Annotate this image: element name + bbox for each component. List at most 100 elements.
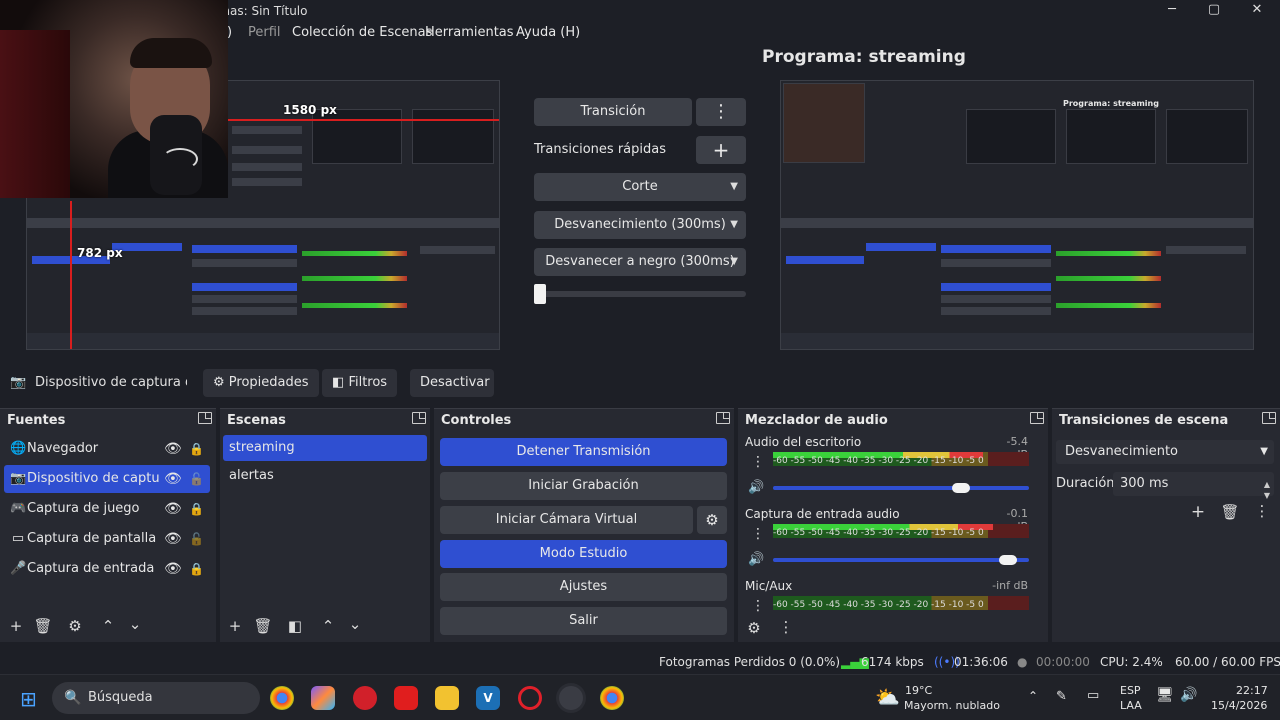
remove-transition-icon[interactable]: 🗑 bbox=[1219, 503, 1241, 521]
transition-button[interactable]: Transición bbox=[534, 98, 692, 126]
stop-stream-button[interactable]: Detener Transmisión bbox=[440, 438, 727, 466]
dock-float-icon[interactable] bbox=[198, 412, 212, 424]
mixer-menu-icon[interactable]: ⋮ bbox=[775, 618, 797, 636]
minimize-icon[interactable]: ─ bbox=[1162, 2, 1182, 17]
visibility-eye-icon[interactable]: 👁 bbox=[164, 495, 182, 523]
settings-button[interactable]: Ajustes bbox=[440, 573, 727, 601]
visibility-eye-icon[interactable]: 👁 bbox=[164, 435, 182, 463]
language-code[interactable]: ESP bbox=[1120, 684, 1141, 697]
tbar-track[interactable] bbox=[534, 291, 746, 297]
opera-icon[interactable] bbox=[353, 686, 377, 710]
transition-more-icon[interactable]: ⋮ bbox=[696, 98, 746, 126]
start-recording-button[interactable]: Iniciar Grabación bbox=[440, 472, 727, 500]
transition-menu-icon[interactable]: ⋮ bbox=[1251, 502, 1273, 520]
quick-transition-cut[interactable]: Corte ▼ bbox=[534, 173, 746, 201]
channel-menu-icon[interactable]: ⋮ bbox=[751, 526, 765, 542]
scene-filters-icon[interactable]: ◧ bbox=[284, 617, 306, 635]
chevron-down-icon[interactable]: ▼ bbox=[1260, 440, 1268, 464]
lock-icon[interactable]: 🔒 bbox=[189, 435, 204, 463]
tray-chevron-up-icon[interactable]: ⌃ bbox=[1028, 689, 1038, 703]
move-down-icon[interactable]: ⌄ bbox=[344, 615, 366, 633]
unlock-icon[interactable]: 🔓 bbox=[189, 525, 204, 553]
source-item[interactable]: 🎮 Captura de juego 👁 🔒 bbox=[4, 495, 210, 523]
pen-icon[interactable]: ✎ bbox=[1056, 689, 1067, 704]
volume-handle[interactable] bbox=[999, 555, 1018, 565]
add-scene-icon[interactable]: + bbox=[224, 617, 246, 635]
quick-transitions-label: Transiciones rápidas bbox=[534, 142, 666, 157]
taskbar-search[interactable]: 🔍 Búsqueda bbox=[52, 682, 260, 714]
media-app-icon[interactable] bbox=[394, 686, 418, 710]
chevron-down-icon[interactable]: ▼ bbox=[730, 211, 738, 239]
speaker-icon[interactable]: 🔊 bbox=[748, 480, 764, 495]
source-item[interactable]: 🌐 Navegador 👁 🔒 bbox=[4, 435, 210, 463]
channel-menu-icon[interactable]: ⋮ bbox=[751, 598, 765, 614]
lock-icon[interactable]: 🔒 bbox=[189, 495, 204, 523]
move-up-icon[interactable]: ⌃ bbox=[97, 617, 119, 635]
visibility-eye-icon[interactable]: 👁 bbox=[164, 525, 182, 553]
quick-transition-fade[interactable]: Desvanecimiento (300ms) ▼ bbox=[534, 211, 746, 239]
move-down-icon[interactable]: ⌄ bbox=[124, 615, 146, 633]
menu-item-profile[interactable]: Perfil bbox=[248, 25, 281, 40]
volume-icon[interactable]: 🔊 bbox=[1180, 687, 1197, 703]
transition-select[interactable]: Desvanecimiento ▼ bbox=[1056, 440, 1274, 464]
duration-input[interactable]: 300 ms ▲ ▼ bbox=[1113, 472, 1274, 500]
unlock-icon[interactable]: 🔓 bbox=[189, 465, 204, 493]
channel-menu-icon[interactable]: ⋮ bbox=[751, 454, 765, 470]
obs-icon[interactable] bbox=[559, 686, 583, 710]
volume-handle[interactable] bbox=[951, 483, 970, 493]
filters-button[interactable]: ◧ Filtros bbox=[322, 369, 398, 397]
file-explorer-icon[interactable] bbox=[435, 686, 459, 710]
visibility-eye-icon[interactable]: 👁 bbox=[164, 465, 182, 493]
maximize-icon[interactable]: ▢ bbox=[1204, 2, 1224, 17]
dock-float-icon[interactable] bbox=[716, 412, 730, 424]
source-item-selected[interactable]: 📷 Dispositivo de captura c 👁 🔓 bbox=[4, 465, 210, 493]
visibility-eye-icon[interactable]: 👁 bbox=[164, 555, 182, 583]
remove-source-icon[interactable]: 🗑 bbox=[32, 617, 54, 635]
source-properties-icon[interactable]: ⚙ bbox=[64, 617, 86, 635]
start-virtual-camera-button[interactable]: Iniciar Cámara Virtual bbox=[440, 506, 693, 534]
add-quick-transition-icon[interactable]: + bbox=[696, 136, 746, 164]
volume-slider[interactable] bbox=[773, 558, 1029, 562]
add-transition-icon[interactable]: + bbox=[1187, 502, 1209, 522]
clock-date[interactable]: 15/4/2026 bbox=[1211, 699, 1267, 712]
dock-float-icon[interactable] bbox=[412, 412, 426, 424]
visual-studio-icon[interactable]: V bbox=[476, 686, 500, 710]
studio-mode-button[interactable]: Modo Estudio bbox=[440, 540, 727, 568]
quick-transition-fade-black[interactable]: Desvanecer a negro (300ms) ▼ bbox=[534, 248, 746, 276]
chevron-down-icon[interactable]: ▼ bbox=[730, 173, 738, 201]
dock-float-icon[interactable] bbox=[1030, 412, 1044, 424]
nested-scene-selected bbox=[866, 243, 936, 251]
mixer-settings-icon[interactable]: ⚙ bbox=[743, 619, 765, 637]
tbar-handle[interactable] bbox=[534, 284, 546, 304]
clock-time[interactable]: 22:17 bbox=[1236, 684, 1268, 697]
chrome-icon[interactable] bbox=[270, 686, 294, 710]
volume-slider[interactable] bbox=[773, 486, 1029, 490]
language-layout[interactable]: LAA bbox=[1120, 699, 1142, 712]
menu-item-help[interactable]: Ayuda (H) bbox=[516, 25, 580, 40]
virtual-camera-settings-icon[interactable]: ⚙ bbox=[697, 506, 727, 534]
close-icon[interactable]: ✕ bbox=[1247, 2, 1267, 17]
exit-button[interactable]: Salir bbox=[440, 607, 727, 635]
add-source-icon[interactable]: + bbox=[5, 617, 27, 635]
deactivate-button[interactable]: Desactivar bbox=[410, 369, 494, 397]
dock-float-icon[interactable] bbox=[1262, 412, 1276, 424]
windows-start-icon[interactable]: ⊞ bbox=[20, 687, 37, 711]
speaker-icon[interactable]: 🔊 bbox=[748, 552, 764, 567]
opera-gx-icon[interactable] bbox=[518, 686, 542, 710]
keyboard-icon[interactable]: ▭ bbox=[1087, 688, 1099, 703]
move-up-icon[interactable]: ⌃ bbox=[317, 617, 339, 635]
chevron-down-icon[interactable]: ▼ bbox=[730, 248, 738, 276]
network-icon[interactable]: 🖥 bbox=[1156, 687, 1174, 703]
source-item[interactable]: ▭ Captura de pantalla 👁 🔓 bbox=[4, 525, 210, 553]
remove-scene-icon[interactable]: 🗑 bbox=[252, 617, 274, 635]
scene-item-selected[interactable]: streaming bbox=[223, 435, 427, 461]
copilot-icon[interactable] bbox=[311, 686, 335, 710]
properties-button[interactable]: ⚙ Propiedades bbox=[203, 369, 319, 397]
menu-item-tools[interactable]: Herramientas bbox=[425, 25, 514, 40]
scene-item[interactable]: alertas bbox=[223, 463, 427, 489]
source-item[interactable]: 🎤 Captura de entrada aud 👁 🔒 bbox=[4, 555, 210, 583]
chrome-profile-icon[interactable] bbox=[600, 686, 624, 710]
menu-item-scene-collection[interactable]: Colección de Escenas bbox=[292, 25, 432, 40]
lock-icon[interactable]: 🔒 bbox=[189, 555, 204, 583]
weather-icon[interactable]: ⛅ bbox=[875, 685, 900, 709]
